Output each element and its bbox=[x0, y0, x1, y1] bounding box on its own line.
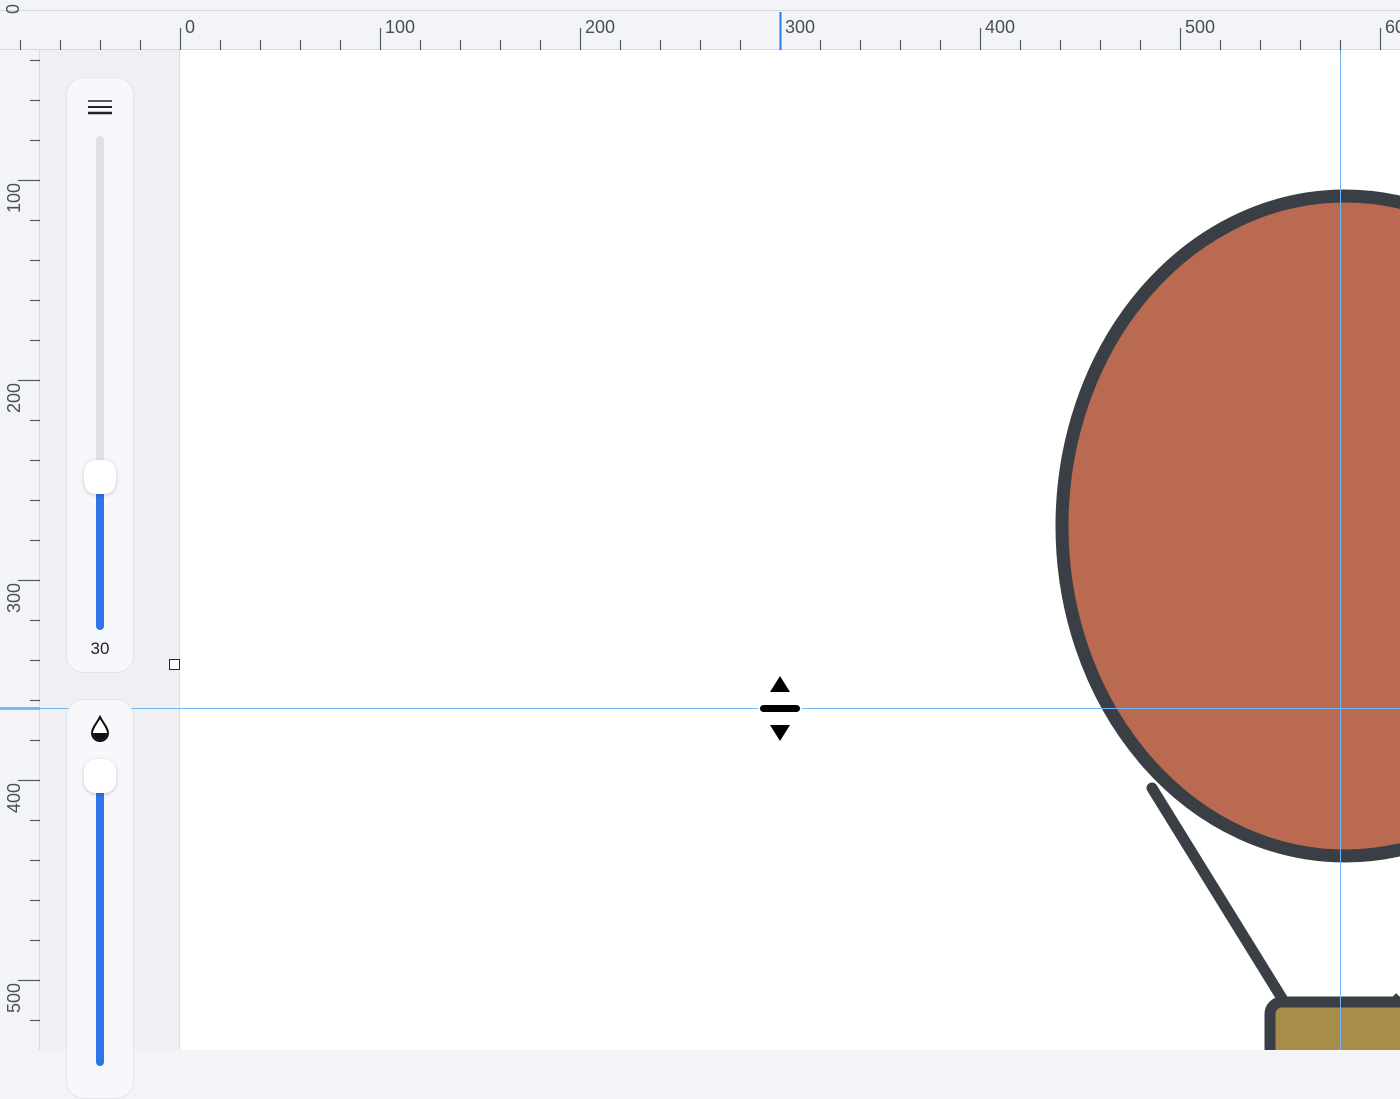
opacity-drop-icon bbox=[90, 715, 110, 742]
vruler-label-100: 100 bbox=[4, 183, 24, 213]
hruler-label-100: 100 bbox=[385, 17, 415, 37]
selection-handle[interactable] bbox=[169, 659, 180, 670]
ruler-corner: 0 bbox=[3, 4, 23, 14]
stroke-width-value: 30 bbox=[90, 639, 110, 658]
hruler-label-300: 300 bbox=[785, 17, 815, 37]
opacity-slider-thumb[interactable] bbox=[84, 759, 116, 793]
opacity-slider-fill bbox=[96, 776, 104, 1066]
stroke-width-icon bbox=[88, 100, 112, 115]
drawing-canvas[interactable] bbox=[180, 50, 1400, 1050]
vertical-ruler-scale: 100 200 300 400 500 bbox=[0, 50, 40, 1050]
stroke-width-slider-fill bbox=[96, 476, 104, 630]
vertical-guide-line[interactable] bbox=[1340, 50, 1341, 1050]
hruler-label-500: 500 bbox=[1185, 17, 1215, 37]
horizontal-ruler-scale: 0 100 200 300 400 500 60 bbox=[0, 10, 1400, 50]
vruler-label-500: 500 bbox=[4, 983, 24, 1013]
stroke-width-slider-thumb[interactable] bbox=[84, 459, 116, 494]
vertical-ruler[interactable]: 100 200 300 400 500 bbox=[0, 50, 40, 1050]
vruler-label-0: 0 bbox=[3, 4, 23, 14]
hruler-label-200: 200 bbox=[585, 17, 615, 37]
balloon-envelope[interactable] bbox=[1055, 189, 1400, 863]
vruler-label-300: 300 bbox=[4, 583, 24, 613]
hot-air-balloon-artwork[interactable] bbox=[180, 50, 1400, 1050]
hruler-label-400: 400 bbox=[985, 17, 1015, 37]
vruler-label-400: 400 bbox=[4, 783, 24, 813]
resize-vertical-cursor bbox=[758, 674, 802, 743]
hruler-label-600: 60 bbox=[1385, 17, 1400, 37]
horizontal-guide-line[interactable] bbox=[0, 708, 1400, 709]
horizontal-ruler[interactable]: 0 100 200 300 400 500 60 bbox=[0, 0, 1400, 50]
hruler-label-0: 0 bbox=[185, 17, 195, 37]
vruler-label-200: 200 bbox=[4, 383, 24, 413]
balloon-basket[interactable] bbox=[1264, 996, 1400, 1050]
